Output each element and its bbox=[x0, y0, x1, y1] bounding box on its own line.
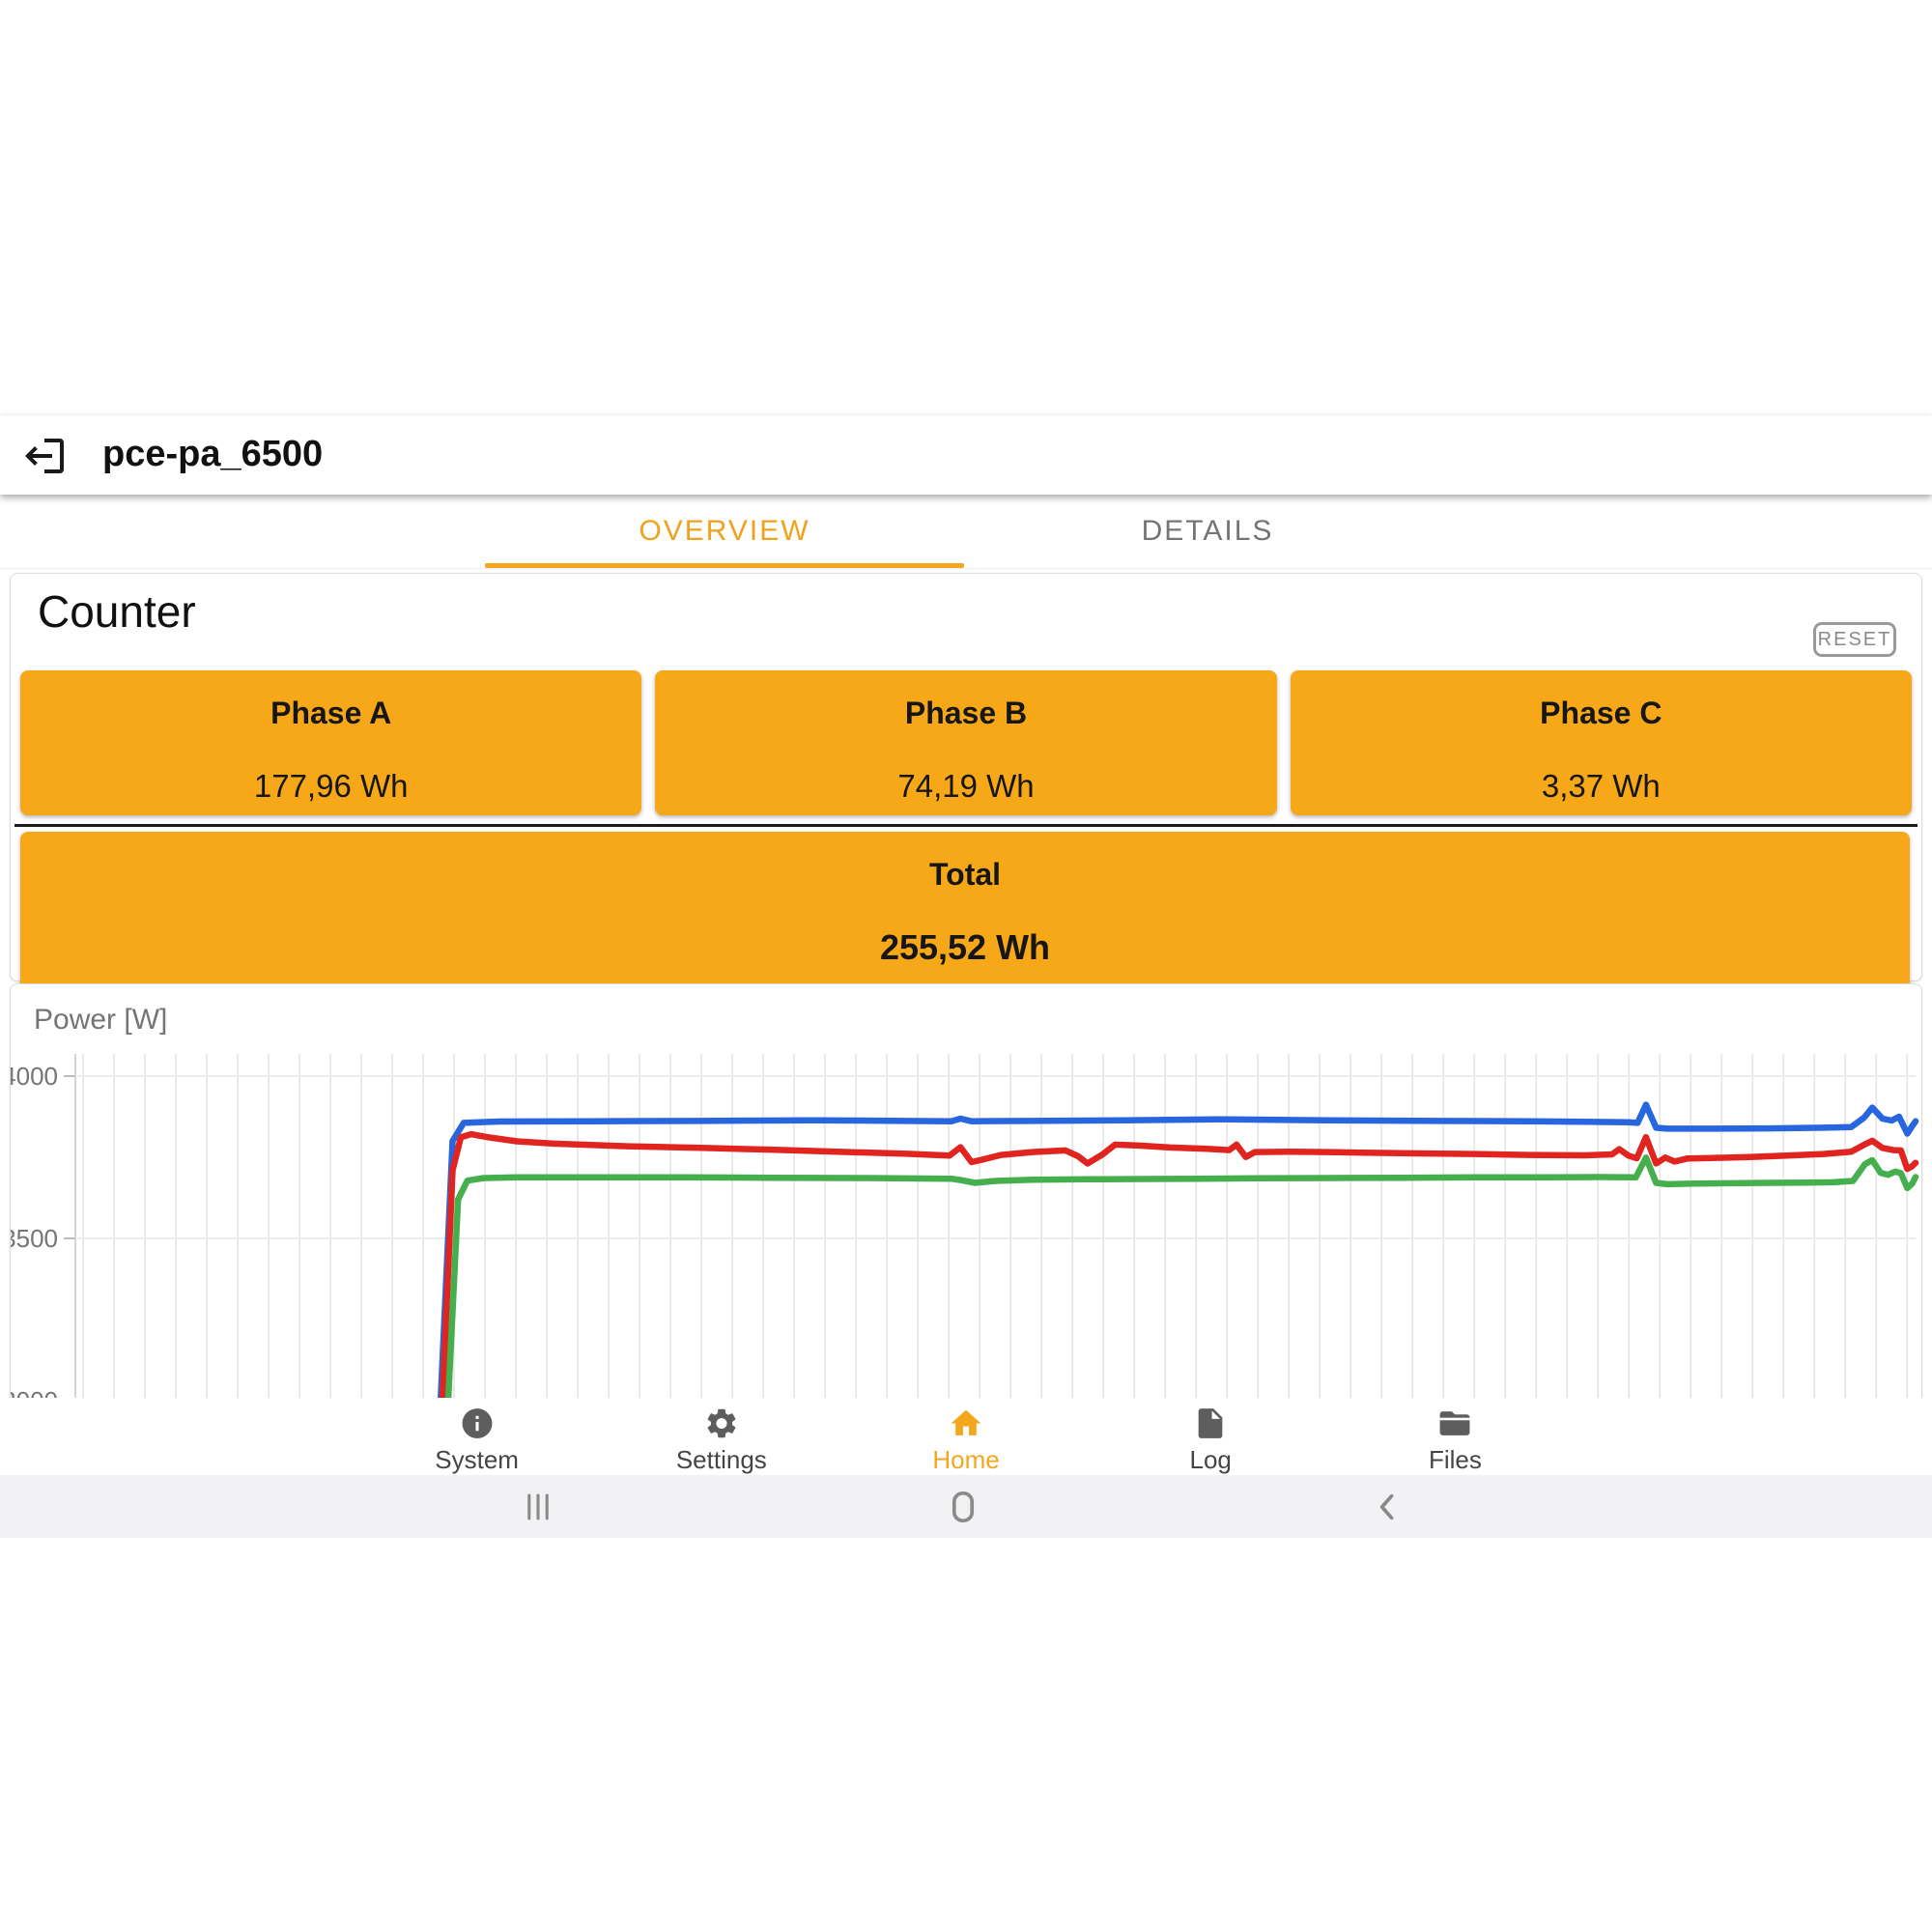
phase-a-box: Phase A 177,96 Wh bbox=[20, 670, 641, 815]
svg-text:4000: 4000 bbox=[11, 1062, 58, 1091]
nav-item-system[interactable]: System bbox=[355, 1398, 599, 1475]
logout-exit-icon bbox=[21, 433, 68, 479]
counter-card: Counter RESET Phase A 177,96 Wh Phase B … bbox=[10, 573, 1922, 981]
back-button[interactable] bbox=[1350, 1475, 1427, 1538]
counter-title: Counter bbox=[38, 585, 196, 638]
recents-button[interactable] bbox=[499, 1475, 577, 1538]
nav-label-home: Home bbox=[932, 1445, 999, 1475]
tab-active-underline bbox=[485, 563, 964, 568]
phase-a-label: Phase A bbox=[270, 696, 391, 731]
phase-c-value: 3,37 Wh bbox=[1542, 768, 1661, 805]
nav-item-log[interactable]: Log bbox=[1089, 1398, 1333, 1475]
phase-a-value: 177,96 Wh bbox=[254, 768, 409, 805]
file-icon bbox=[1192, 1406, 1229, 1441]
recents-icon bbox=[522, 1491, 554, 1523]
total-value: 255,52 Wh bbox=[880, 927, 1050, 968]
logout-exit-button[interactable] bbox=[21, 433, 68, 479]
phase-c-box: Phase C 3,37 Wh bbox=[1291, 670, 1912, 815]
power-chart-card: Power [W] 400035003000 bbox=[10, 983, 1922, 1399]
tab-bar: OVERVIEW DETAILS bbox=[0, 495, 1932, 569]
total-divider bbox=[14, 824, 1918, 827]
android-system-bar bbox=[0, 1475, 1932, 1538]
tab-details-label: DETAILS bbox=[1142, 515, 1274, 548]
nav-label-settings: Settings bbox=[676, 1445, 767, 1475]
gear-icon bbox=[703, 1406, 740, 1441]
phase-b-label: Phase B bbox=[905, 696, 1027, 731]
nav-item-home[interactable]: Home bbox=[843, 1398, 1088, 1475]
nav-label-system: System bbox=[435, 1445, 519, 1475]
screen: pce-pa_6500 OVERVIEW DETAILS Counter RES… bbox=[0, 0, 1932, 1932]
tab-overview-label: OVERVIEW bbox=[639, 515, 810, 548]
nav-label-files: Files bbox=[1429, 1445, 1482, 1475]
nav-label-log: Log bbox=[1190, 1445, 1232, 1475]
total-box: Total 255,52 Wh bbox=[20, 832, 1910, 998]
phase-b-box: Phase B 74,19 Wh bbox=[655, 670, 1276, 815]
tab-details[interactable]: DETAILS bbox=[966, 495, 1449, 568]
power-chart-svg: 400035003000 bbox=[11, 984, 1921, 1399]
reset-button[interactable]: RESET bbox=[1813, 622, 1896, 657]
svg-text:3500: 3500 bbox=[11, 1224, 58, 1253]
page-title: pce-pa_6500 bbox=[102, 429, 323, 479]
info-icon bbox=[459, 1406, 496, 1441]
home-button[interactable] bbox=[924, 1475, 1002, 1538]
phase-b-value: 74,19 Wh bbox=[897, 768, 1034, 805]
phase-row: Phase A 177,96 Wh Phase B 74,19 Wh Phase… bbox=[20, 670, 1912, 815]
tab-overview[interactable]: OVERVIEW bbox=[483, 495, 966, 568]
nav-item-settings[interactable]: Settings bbox=[599, 1398, 843, 1475]
total-label: Total bbox=[929, 857, 1001, 893]
home-pill-icon bbox=[947, 1491, 980, 1523]
home-icon bbox=[948, 1406, 984, 1441]
phase-c-label: Phase C bbox=[1540, 696, 1662, 731]
app-bar: pce-pa_6500 bbox=[0, 415, 1932, 495]
folder-icon bbox=[1436, 1406, 1473, 1441]
bottom-navigation: System Settings Home Log bbox=[0, 1398, 1932, 1475]
nav-item-files[interactable]: Files bbox=[1333, 1398, 1577, 1475]
back-chevron-icon bbox=[1372, 1491, 1405, 1523]
